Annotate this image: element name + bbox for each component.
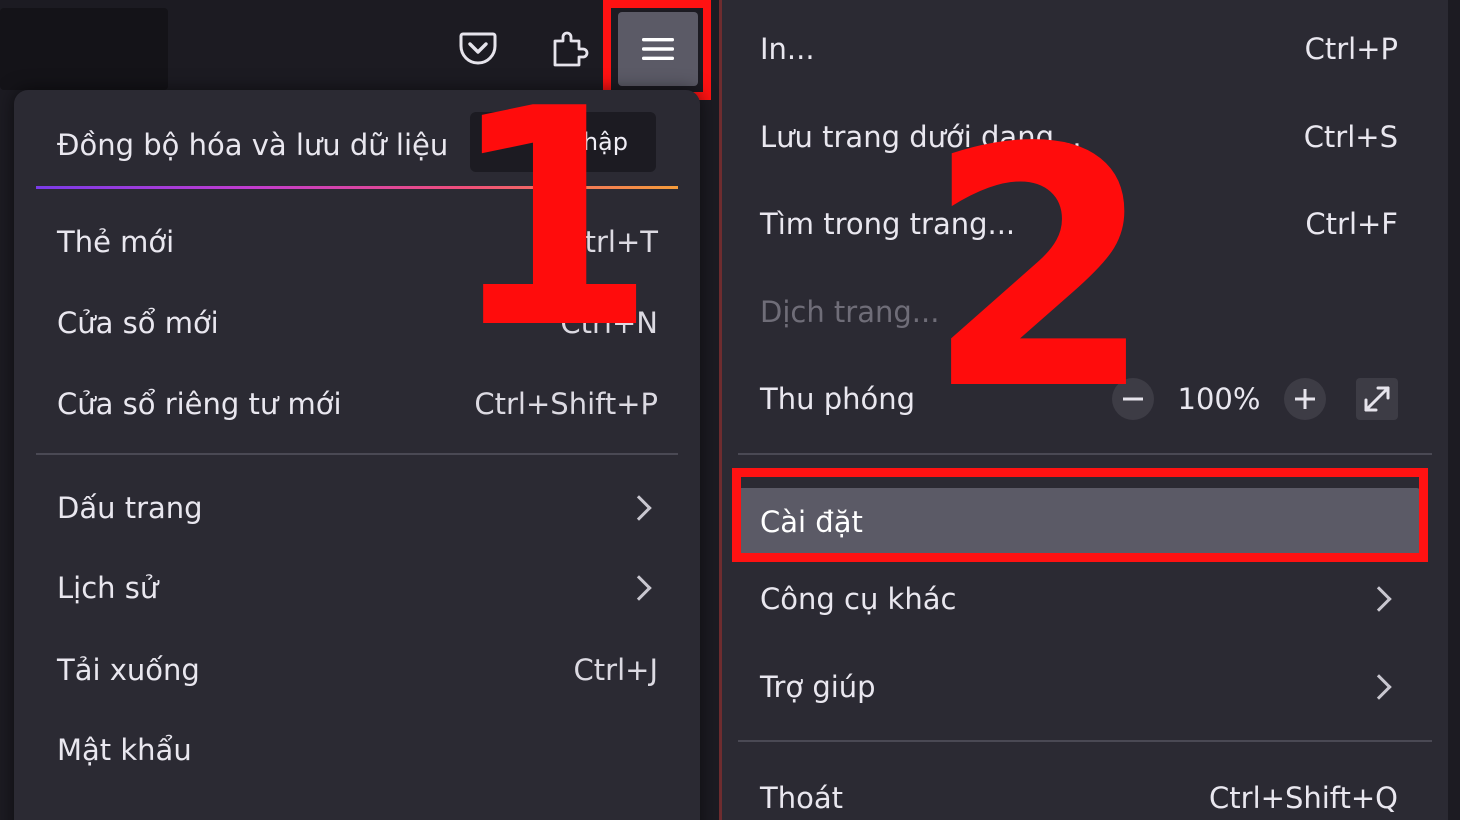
step-number-2: 2 <box>925 78 1155 462</box>
menu-item-label: Mật khẩu <box>57 733 192 767</box>
zoom-controls: 100% <box>1112 378 1398 420</box>
plus-icon <box>1295 389 1315 409</box>
menu-item-label: Tải xuống <box>57 653 200 687</box>
chevron-right-icon <box>1366 674 1392 700</box>
menu-item-shortcut: Ctrl+Shift+Q <box>1209 781 1398 815</box>
menu-item-label: Lịch sử <box>57 571 159 605</box>
fullscreen-icon <box>1364 386 1390 412</box>
menu-item-label: Cài đặt <box>760 505 863 539</box>
menu-item-exit[interactable]: Thoát Ctrl+Shift+Q <box>722 763 1448 820</box>
menu-item-label: Thẻ mới <box>57 225 175 259</box>
sync-label: Đồng bộ hóa và lưu dữ liệu <box>57 128 449 162</box>
step-number-1: 1 <box>448 45 657 394</box>
menu-item-print[interactable]: In... Ctrl+P <box>722 14 1448 84</box>
menu-item-downloads[interactable]: Tải xuống Ctrl+J <box>14 635 700 705</box>
menu-item-passwords[interactable]: Mật khẩu <box>14 715 700 785</box>
menu-item-label: Công cụ khác <box>760 582 957 616</box>
menu-item-shortcut: Ctrl+J <box>573 653 658 687</box>
menu-item-label: Dịch trang... <box>760 295 940 329</box>
menu-separator <box>738 740 1432 742</box>
menu-item-settings[interactable]: Cài đặt <box>738 488 1420 556</box>
menu-item-label: Thoát <box>760 781 843 815</box>
menu-item-history[interactable]: Lịch sử <box>14 553 700 623</box>
chevron-right-icon <box>626 495 652 521</box>
chevron-right-icon <box>626 575 652 601</box>
menu-item-label: In... <box>760 32 815 66</box>
left-screenshot: Đồng bộ hóa và lưu dữ liệu g nhập Thẻ mớ… <box>0 0 720 820</box>
menu-item-label: Cửa sổ riêng tư mới <box>57 387 342 421</box>
zoom-label: Thu phóng <box>760 382 916 416</box>
tutorial-screenshot: Đồng bộ hóa và lưu dữ liệu g nhập Thẻ mớ… <box>0 0 1460 820</box>
menu-item-shortcut: Ctrl+F <box>1305 207 1398 241</box>
fullscreen-button[interactable] <box>1356 378 1398 420</box>
menu-item-label: Cửa sổ mới <box>57 306 219 340</box>
zoom-in-button[interactable] <box>1284 378 1326 420</box>
menu-item-shortcut: Ctrl+P <box>1304 32 1398 66</box>
menu-item-label: Trợ giúp <box>760 670 876 704</box>
menu-item-help[interactable]: Trợ giúp <box>722 652 1448 722</box>
chevron-right-icon <box>1366 586 1392 612</box>
menu-separator <box>36 453 678 455</box>
menu-item-label: Dấu trang <box>57 491 203 525</box>
menu-item-more-tools[interactable]: Công cụ khác <box>722 564 1448 634</box>
menu-item-bookmarks[interactable]: Dấu trang <box>14 473 700 543</box>
menu-item-shortcut: Ctrl+S <box>1303 120 1398 154</box>
browser-tab[interactable] <box>0 8 168 90</box>
zoom-value[interactable]: 100% <box>1154 382 1284 416</box>
